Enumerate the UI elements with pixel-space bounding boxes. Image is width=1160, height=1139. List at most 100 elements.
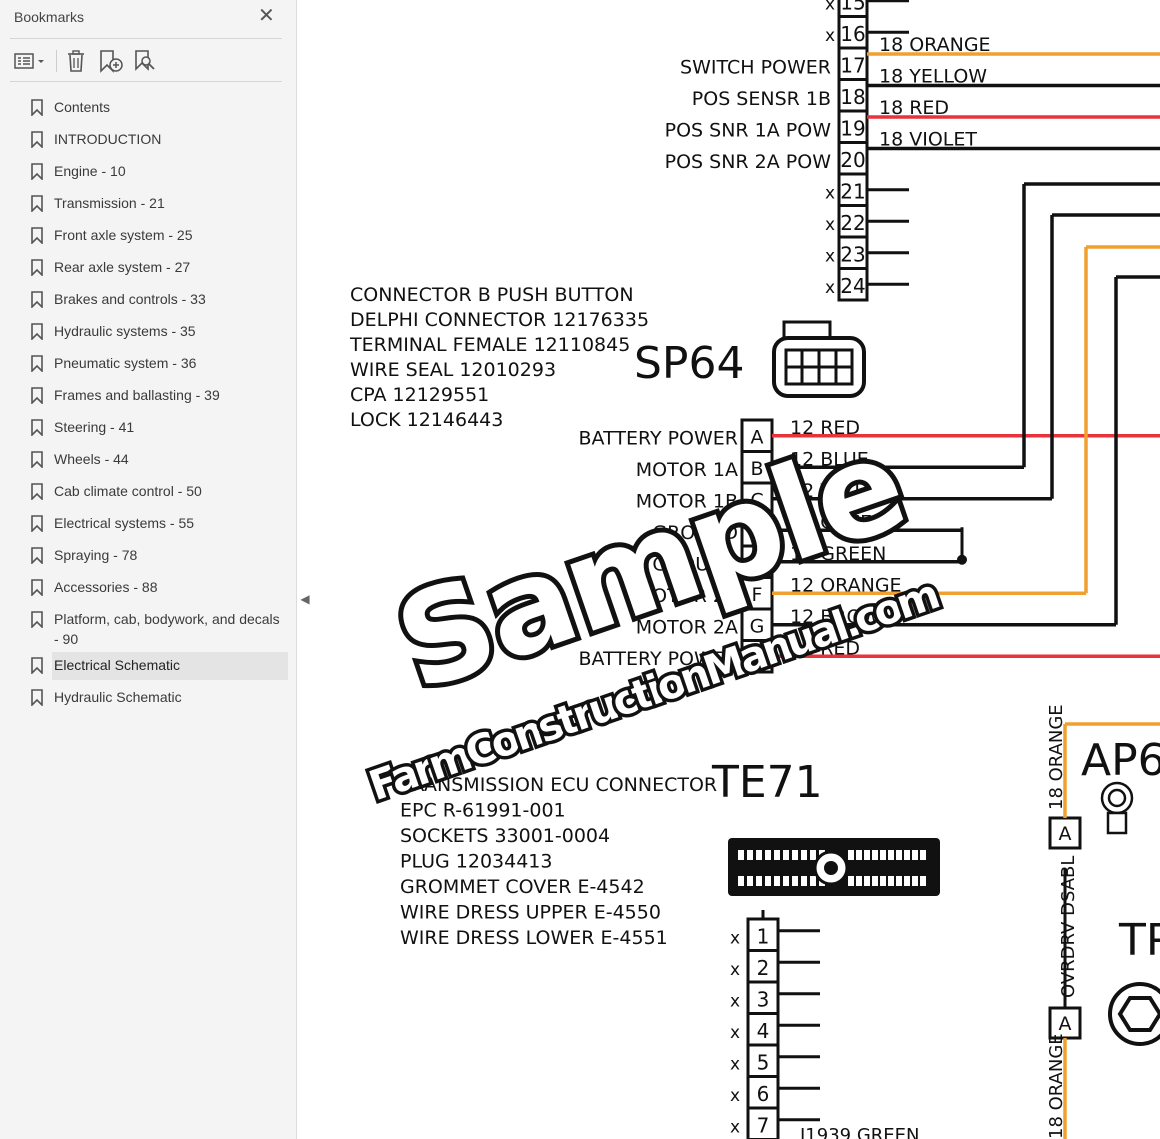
pin-function-label: POS SNR 1A POW — [665, 120, 832, 142]
search-bookmark-icon — [135, 50, 155, 71]
pin-letter: A — [1059, 1013, 1072, 1035]
bookmark-item[interactable]: Frames and ballasting - 39 — [0, 385, 296, 407]
no-connect-mark: x — [730, 992, 740, 1012]
panel-title: Bookmarks — [14, 9, 85, 25]
wire-label: 18 VIOLET — [879, 129, 977, 151]
connector-icon — [1100, 781, 1134, 835]
bookmark-item[interactable]: Platform, cab, bodywork, and decals - 90 — [0, 609, 296, 649]
divider — [10, 38, 282, 39]
bookmark-item[interactable]: Brakes and controls - 33 — [0, 289, 296, 311]
no-connect-mark: x — [825, 247, 835, 267]
connector-note: LOCK 12146443 — [350, 409, 503, 431]
pin-function-label: SWITCH POWER — [680, 57, 831, 79]
pin-number: 3 — [757, 988, 770, 1012]
bookmark-item[interactable]: Electrical Schematic — [0, 652, 296, 680]
bookmark-icon — [31, 689, 43, 706]
bookmark-icon — [31, 259, 43, 276]
no-connect-mark: x — [730, 929, 740, 949]
bookmark-item[interactable]: Electrical systems - 55 — [0, 513, 296, 535]
bookmark-icon — [31, 163, 43, 180]
connector-note: DELPHI CONNECTOR 12176335 — [350, 309, 649, 331]
bookmark-item[interactable]: Transmission - 21 — [0, 193, 296, 215]
bookmark-icon — [31, 355, 43, 372]
bookmark-item[interactable]: Pneumatic system - 36 — [0, 353, 296, 375]
pin-number: 16 — [840, 22, 865, 46]
no-connect-mark: x — [730, 1118, 740, 1138]
bookmark-label: Spraying - 78 — [54, 547, 138, 563]
document-viewer[interactable]: 15 x 16 x 17 SWITCH POWER 18 ORANGE 18 POS SENSR… — [314, 0, 1160, 1139]
bookmark-icon — [31, 291, 43, 308]
close-icon[interactable]: ✕ — [258, 6, 275, 26]
list-options-icon — [14, 53, 44, 69]
bookmark-label: INTRODUCTION — [54, 131, 162, 147]
bookmark-icon — [31, 387, 43, 404]
bookmark-label: Front axle system - 25 — [54, 227, 193, 243]
wire-label: J1939 GREEN — [799, 1125, 920, 1139]
connector-icon — [1108, 982, 1160, 1046]
bookmark-item[interactable]: Wheels - 44 — [0, 449, 296, 471]
bookmark-item[interactable]: INTRODUCTION — [0, 129, 296, 151]
bookmark-item[interactable]: Hydraulic Schematic — [0, 687, 296, 709]
connector-title: AP6 — [1081, 735, 1160, 786]
pin-number: 24 — [840, 274, 865, 298]
connector-note: TERMINAL FEMALE 12110845 — [349, 334, 630, 356]
wire-label: 18 YELLOW — [879, 66, 987, 88]
bookmark-label: Brakes and controls - 33 — [54, 291, 206, 307]
connector-note: SOCKETS 33001-0004 — [400, 825, 610, 847]
bookmark-item[interactable]: Accessories - 88 — [0, 577, 296, 599]
connector-icon — [728, 838, 940, 896]
bookmark-item[interactable]: Engine - 10 — [0, 161, 296, 183]
pin-number: 22 — [840, 211, 865, 235]
bookmark-item[interactable]: Contents — [0, 97, 296, 119]
toolbar-divider — [56, 50, 57, 72]
wire-label: 18 RED — [879, 97, 949, 119]
pin-number: 17 — [840, 54, 865, 78]
pin-function-label: POS SNR 2A POW — [665, 151, 832, 173]
bookmark-item[interactable]: Front axle system - 25 — [0, 225, 296, 247]
bookmark-label: Platform, cab, bodywork, and decals - 90 — [54, 611, 280, 647]
bookmark-label: Rear axle system - 27 — [54, 259, 191, 275]
pin-number: 23 — [840, 243, 865, 267]
pin-number: 18 — [840, 85, 865, 109]
find-bookmark-button[interactable] — [133, 48, 159, 74]
connector-note: CONNECTOR B PUSH BUTTON — [350, 284, 634, 306]
pin-letter: A — [1059, 823, 1072, 845]
connector-title: SP64 — [634, 338, 744, 389]
collapse-left-icon[interactable]: ◀ — [297, 588, 313, 610]
no-connect-mark: x — [730, 1023, 740, 1043]
bookmark-item[interactable]: Hydraulic systems - 35 — [0, 321, 296, 343]
bookmark-icon — [31, 99, 43, 116]
pin-number: 15 — [840, 0, 865, 15]
add-bookmark-button[interactable] — [98, 48, 124, 74]
connector-icon — [772, 320, 866, 398]
bookmark-label: Electrical Schematic — [54, 657, 181, 673]
bookmark-icon — [31, 483, 43, 500]
wire-label: 18 ORANGE — [879, 34, 991, 56]
pin-number: 1 — [757, 925, 770, 949]
bookmark-icon — [31, 657, 43, 674]
add-bookmark-icon — [100, 50, 123, 73]
connector-title: TE71 — [711, 757, 823, 808]
bookmark-icon — [31, 579, 43, 596]
bookmark-label: Steering - 41 — [54, 419, 135, 435]
bookmark-item[interactable]: Spraying - 78 — [0, 545, 296, 567]
junction-dot — [957, 554, 967, 565]
no-connect-mark: x — [730, 1055, 740, 1075]
bookmark-item[interactable]: Steering - 41 — [0, 417, 296, 439]
bookmark-icon — [31, 227, 43, 244]
pin-number: 2 — [757, 956, 770, 980]
connector-note: WIRE DRESS LOWER E-4551 — [400, 927, 668, 949]
connector-note: EPC R-61991-001 — [400, 800, 566, 822]
bookmark-item[interactable]: Cab climate control - 50 — [0, 481, 296, 503]
sample-watermark: SampleFarmConstructionManual.com — [360, 404, 950, 813]
pin-number: 5 — [757, 1051, 770, 1075]
bookmark-item[interactable]: Rear axle system - 27 — [0, 257, 296, 279]
pin-number: 19 — [840, 117, 865, 141]
bookmark-label: Pneumatic system - 36 — [54, 355, 197, 371]
pin-letter: A — [751, 427, 764, 449]
bookmark-label: Accessories - 88 — [54, 579, 158, 595]
options-menu-button[interactable] — [12, 48, 50, 74]
no-connect-mark: x — [825, 184, 835, 204]
delete-bookmark-button[interactable] — [64, 48, 88, 74]
pin-number: 21 — [840, 180, 865, 204]
